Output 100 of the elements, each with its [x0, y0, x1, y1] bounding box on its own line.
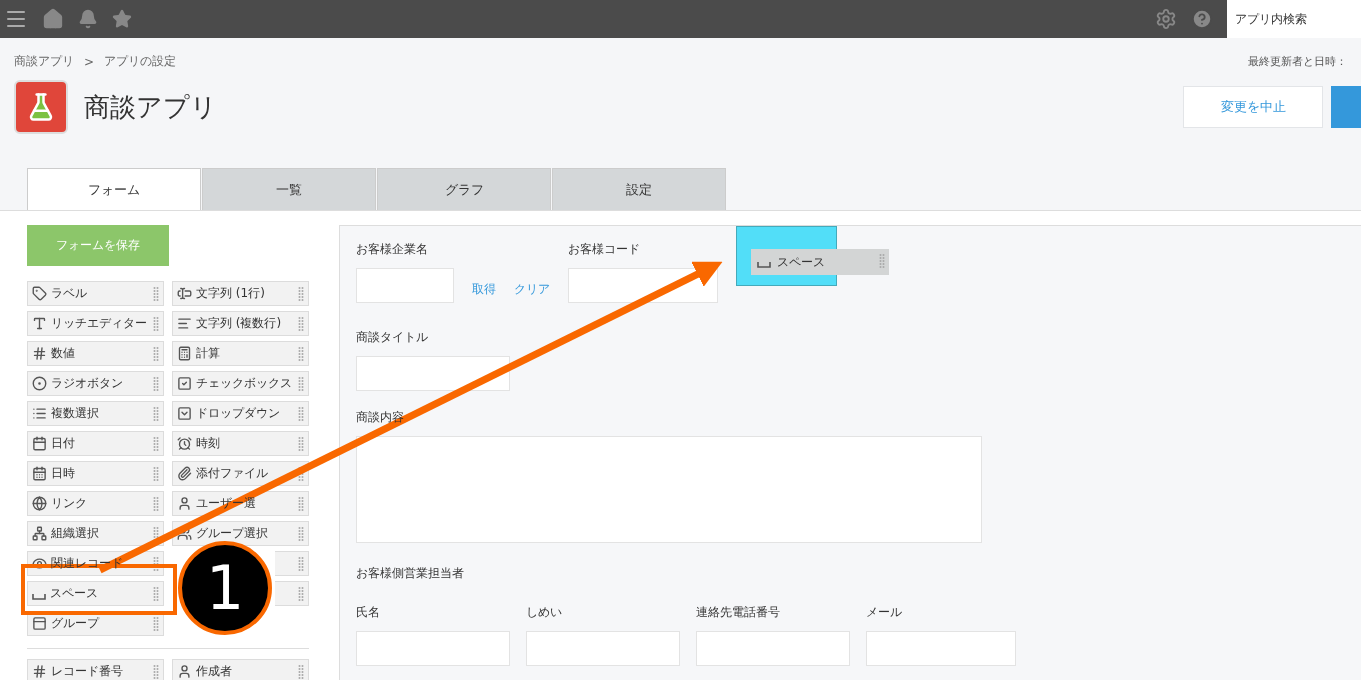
field-label: お客様コード — [568, 241, 641, 258]
field-type-item[interactable]: スペース — [27, 581, 164, 606]
drag-handle-icon[interactable] — [153, 496, 159, 512]
drag-handle-icon[interactable] — [298, 526, 304, 542]
field-type-item[interactable]: 日付 — [27, 431, 164, 456]
globe-icon — [32, 496, 47, 511]
bracket-icon — [757, 262, 771, 268]
field-label: 氏名 — [356, 604, 381, 621]
calendar-icon — [32, 436, 47, 451]
field-type-item[interactable]: ラジオボタン — [27, 371, 164, 396]
search-field[interactable]: アプリ内検索 — [1227, 0, 1361, 38]
lines-icon — [177, 316, 192, 331]
list-icon — [32, 406, 47, 421]
tab[interactable]: 設定 — [552, 168, 726, 210]
field-type-item[interactable]: 複数選択 — [27, 401, 164, 426]
eye-icon — [32, 556, 47, 571]
star-icon[interactable] — [112, 9, 132, 29]
checkbox-icon — [177, 376, 192, 391]
tag-icon — [32, 286, 47, 301]
input-field[interactable] — [356, 631, 510, 666]
field-label: 連絡先電話番号 — [696, 604, 781, 621]
calculator-icon — [177, 346, 192, 361]
drag-handle-icon[interactable] — [153, 286, 159, 302]
drag-handle-icon[interactable] — [153, 436, 159, 452]
help-icon[interactable] — [1191, 8, 1213, 30]
drag-handle-icon[interactable] — [153, 616, 159, 632]
drag-handle-icon[interactable] — [879, 253, 885, 269]
bell-icon[interactable] — [78, 9, 98, 29]
text-area[interactable] — [356, 436, 982, 543]
drag-handle-icon[interactable] — [298, 316, 304, 332]
breadcrumb-separator: > — [84, 54, 95, 69]
field-type-item[interactable]: 計算 — [172, 341, 309, 366]
field-type-item[interactable]: リッチエディター — [27, 311, 164, 336]
tab[interactable]: 一覧 — [202, 168, 376, 210]
breadcrumb-item: アプリの設定 — [104, 53, 177, 70]
input-field[interactable] — [866, 631, 1016, 666]
drag-handle-icon[interactable] — [153, 316, 159, 332]
drag-handle-icon[interactable] — [298, 496, 304, 512]
breadcrumb-link[interactable]: 商談アプリ — [14, 53, 74, 70]
input-field[interactable] — [526, 631, 680, 666]
radio-icon — [32, 376, 47, 391]
drag-handle-icon[interactable] — [153, 376, 159, 392]
drag-handle-icon[interactable] — [298, 436, 304, 452]
settings-icon[interactable] — [1155, 8, 1177, 30]
save-button[interactable] — [1331, 86, 1361, 128]
drag-handle-icon[interactable] — [298, 376, 304, 392]
field-type-item[interactable]: 数値 — [27, 341, 164, 366]
type-icon — [32, 316, 47, 331]
input-field[interactable] — [696, 631, 850, 666]
field-type-item[interactable]: 作成者 — [172, 659, 309, 680]
field-label: メール — [866, 604, 903, 621]
app-title: 商談アプリ — [84, 90, 217, 124]
calendar-icon — [32, 466, 47, 481]
hash-icon — [32, 664, 47, 679]
dropdown-icon — [177, 406, 192, 421]
drag-handle-icon[interactable] — [298, 406, 304, 422]
input-field[interactable] — [356, 268, 454, 303]
field-type-item[interactable]: レコード番号 — [27, 659, 164, 680]
drag-handle-icon[interactable] — [153, 406, 159, 422]
home-icon[interactable] — [42, 8, 64, 30]
drag-handle-icon[interactable] — [153, 586, 159, 602]
field-type-item[interactable]: ラベル — [27, 281, 164, 306]
tab[interactable]: グラフ — [377, 168, 551, 210]
alarm-clock-icon — [177, 436, 192, 451]
field-type-item[interactable]: 文字列 (複数行) — [172, 311, 309, 336]
field-type-item[interactable]: 日時 — [27, 461, 164, 486]
drag-handle-icon[interactable] — [298, 556, 304, 572]
text-field-icon — [177, 286, 192, 301]
tab[interactable]: フォーム — [27, 168, 201, 210]
drag-handle-icon[interactable] — [298, 346, 304, 362]
hierarchy-icon — [32, 526, 47, 541]
field-type-item[interactable] — [275, 581, 309, 606]
field-type-item[interactable]: 文字列 (1行) — [172, 281, 309, 306]
drag-handle-icon[interactable] — [298, 586, 304, 602]
drag-handle-icon[interactable] — [153, 556, 159, 572]
paperclip-icon — [177, 466, 192, 481]
step-badge: 1 — [178, 541, 272, 635]
group-label: お客様側営業担当者 — [356, 565, 465, 582]
last-updated-label: 最終更新者と日時： — [1248, 54, 1347, 69]
field-type-item[interactable]: 組織選択 — [27, 521, 164, 546]
field-type-item[interactable] — [275, 551, 309, 576]
app-logo — [14, 80, 68, 134]
dragged-item[interactable]: スペース — [751, 249, 889, 275]
input-field[interactable] — [356, 356, 510, 391]
field-label: お客様企業名 — [356, 241, 429, 258]
drag-handle-icon[interactable] — [153, 346, 159, 362]
field-type-item[interactable]: リンク — [27, 491, 164, 516]
drag-handle-icon[interactable] — [153, 664, 159, 680]
field-type-item[interactable]: ドロップダウン — [172, 401, 309, 426]
user-icon — [177, 664, 192, 679]
drag-handle-icon[interactable] — [153, 466, 159, 482]
bracket-icon — [32, 593, 46, 600]
drag-handle-icon[interactable] — [298, 286, 304, 302]
field-type-item[interactable]: チェックボックス — [172, 371, 309, 396]
user-icon — [177, 496, 192, 511]
hash-icon — [32, 346, 47, 361]
drag-handle-icon[interactable] — [298, 664, 304, 680]
field-type-item[interactable]: 添付ファイル — [172, 461, 309, 486]
field-label: 商談タイトル — [356, 329, 429, 346]
field-type-item[interactable]: 時刻 — [172, 431, 309, 456]
